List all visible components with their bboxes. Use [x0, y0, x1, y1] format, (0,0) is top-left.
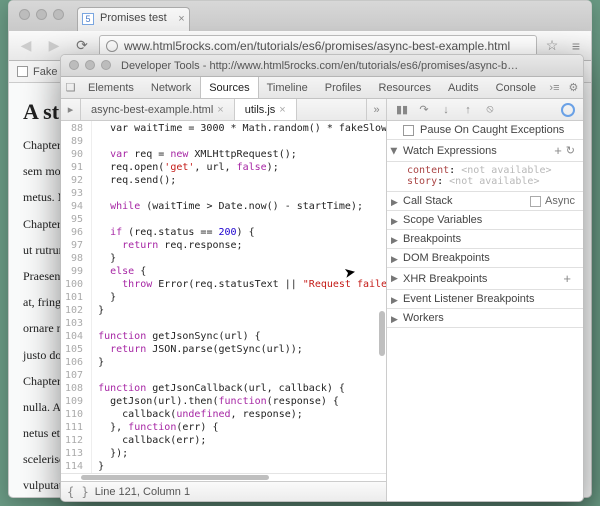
workers-header[interactable]: ▶Workers: [387, 309, 583, 328]
bookmark-star-icon[interactable]: ☆: [543, 37, 561, 54]
disclosure-triangle-icon[interactable]: ▶: [388, 148, 399, 155]
devtools-panel-tabs: ❑ ElementsNetworkSourcesTimelineProfiles…: [61, 77, 583, 99]
chrome-menu-icon[interactable]: ≡: [567, 38, 585, 54]
panel-tab-profiles[interactable]: Profiles: [317, 77, 371, 98]
breakpoints-header[interactable]: ▶Breakpoints: [387, 230, 583, 249]
tab-close-icon[interactable]: ×: [178, 13, 184, 25]
editor-vscrollbar[interactable]: [379, 122, 385, 465]
devtools-window-controls[interactable]: [69, 60, 111, 70]
fake-checkbox[interactable]: [17, 66, 28, 77]
min-dot[interactable]: [36, 9, 47, 20]
step-out-icon[interactable]: ↑: [461, 104, 475, 116]
settings-gear-icon[interactable]: ⚙: [564, 77, 583, 98]
pause-caught-checkbox[interactable]: [403, 125, 414, 136]
panel-tab-console[interactable]: Console: [488, 77, 545, 98]
more-tabs-icon[interactable]: »: [366, 99, 386, 120]
debugger-sidebar: ▮▮ ↷ ↓ ↑ ⦸ Pause On Caught Exceptions ▶ …: [387, 99, 583, 501]
file-tabs: ▸ async-best-example.html×utils.js× »: [61, 99, 386, 121]
sources-panel: ▸ async-best-example.html×utils.js× » 88…: [61, 99, 387, 501]
refresh-watch-icon[interactable]: ↻: [566, 144, 575, 157]
drawer-icon[interactable]: ›≡: [545, 77, 564, 98]
step-into-icon[interactable]: ↓: [439, 104, 453, 116]
panel-tab-sources[interactable]: Sources: [200, 77, 258, 98]
editor-status-bar: { } Line 121, Column 1: [61, 481, 386, 501]
close-file-icon[interactable]: ×: [217, 104, 223, 116]
devtools-titlebar[interactable]: Developer Tools - http://www.html5rocks.…: [61, 55, 583, 77]
dom-breakpoints-header[interactable]: ▶DOM Breakpoints: [387, 249, 583, 268]
call-stack-header[interactable]: ▶ Call Stack Async: [387, 192, 583, 211]
disclosure-triangle-icon[interactable]: ▶: [391, 197, 398, 208]
devtools-title: Developer Tools - http://www.html5rocks.…: [61, 60, 583, 72]
xhr-breakpoints-header[interactable]: ▶XHR Breakpoints+: [387, 268, 583, 290]
add-xhr-bp-icon[interactable]: +: [563, 271, 571, 286]
async-checkbox[interactable]: [530, 196, 541, 207]
panel-tab-resources[interactable]: Resources: [370, 77, 440, 98]
watch-expressions-body: content: <not available> story: <not ava…: [387, 162, 583, 192]
devtools-window: Developer Tools - http://www.html5rocks.…: [60, 54, 584, 502]
panel-tab-network[interactable]: Network: [143, 77, 200, 98]
navigator-toggle-icon[interactable]: ▸: [61, 99, 81, 120]
source-text[interactable]: var waitTime = 3000 * Math.random() * fa…: [92, 121, 386, 473]
pause-caught-row[interactable]: Pause On Caught Exceptions: [387, 121, 583, 140]
back-button[interactable]: ◀: [15, 36, 37, 56]
scope-variables-header[interactable]: ▶Scope Variables: [387, 211, 583, 230]
url-text: www.html5rocks.com/en/tutorials/es6/prom…: [124, 39, 510, 53]
add-watch-icon[interactable]: +: [554, 143, 562, 158]
event-listener-bp-header[interactable]: ▶Event Listener Breakpoints: [387, 290, 583, 309]
watch-row[interactable]: content: <not available>: [407, 165, 575, 176]
inspect-icon[interactable]: ❑: [61, 77, 80, 98]
tab-title: Promises test: [100, 12, 167, 24]
code-editor[interactable]: 8889909192939495969798991001011021031041…: [61, 121, 386, 473]
cursor-position: Line 121, Column 1: [95, 486, 190, 498]
pause-exceptions-icon[interactable]: [561, 103, 575, 117]
window-controls[interactable]: [19, 9, 64, 20]
panel-tab-elements[interactable]: Elements: [80, 77, 143, 98]
mouse-cursor-icon: ➤: [343, 263, 358, 282]
max-dot[interactable]: [53, 9, 64, 20]
panel-tab-audits[interactable]: Audits: [440, 77, 488, 98]
panel-tab-timeline[interactable]: Timeline: [259, 77, 317, 98]
pretty-print-icon[interactable]: { }: [67, 485, 89, 499]
reload-button[interactable]: ⟳: [71, 36, 93, 56]
tab-strip: 5 Promises test ×: [9, 1, 591, 31]
line-gutter[interactable]: 8889909192939495969798991001011021031041…: [61, 121, 92, 473]
file-tab[interactable]: async-best-example.html×: [81, 99, 235, 120]
close-file-icon[interactable]: ×: [279, 104, 285, 116]
debugger-toolbar: ▮▮ ↷ ↓ ↑ ⦸: [387, 99, 583, 121]
file-tab[interactable]: utils.js×: [235, 99, 297, 120]
close-dot[interactable]: [69, 60, 79, 70]
browser-tab[interactable]: 5 Promises test ×: [77, 7, 190, 31]
step-over-icon[interactable]: ↷: [417, 103, 431, 116]
deactivate-bp-icon[interactable]: ⦸: [483, 103, 497, 116]
forward-button[interactable]: ▶: [43, 36, 65, 56]
editor-hscrollbar[interactable]: [61, 473, 386, 481]
max-dot[interactable]: [101, 60, 111, 70]
favicon-icon: 5: [82, 13, 94, 25]
globe-icon: [106, 40, 118, 52]
watch-expressions-header[interactable]: ▶ Watch Expressions + ↻: [387, 140, 583, 162]
min-dot[interactable]: [85, 60, 95, 70]
watch-row[interactable]: story: <not available>: [407, 176, 575, 187]
pause-icon[interactable]: ▮▮: [395, 103, 409, 116]
close-dot[interactable]: [19, 9, 30, 20]
